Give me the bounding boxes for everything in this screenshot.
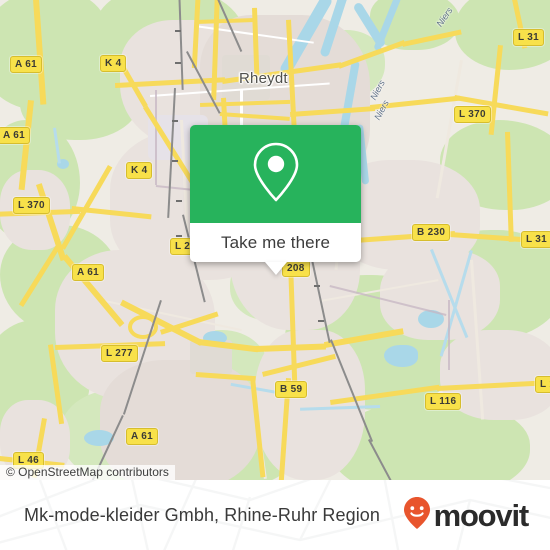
road-shield: B 230 bbox=[412, 224, 451, 241]
road-shield: L 370 bbox=[13, 197, 50, 214]
landcover-urban bbox=[255, 330, 365, 480]
road-shield: B 59 bbox=[275, 381, 308, 398]
road-shield: A 61 bbox=[0, 127, 30, 144]
railway-tick bbox=[176, 200, 182, 202]
take-me-there-popup[interactable]: Take me there bbox=[190, 125, 361, 275]
road-shield: L 31 bbox=[513, 29, 545, 46]
osm-attribution[interactable]: © OpenStreetMap contributors bbox=[0, 465, 175, 480]
railway-tick bbox=[176, 235, 182, 237]
road-shield: A 61 bbox=[126, 428, 158, 445]
railway-tick bbox=[172, 160, 178, 162]
road-shield: A 61 bbox=[10, 56, 42, 73]
road-shield: L 277 bbox=[101, 345, 138, 362]
road-shield: K 4 bbox=[126, 162, 153, 179]
place-label: Rheydt bbox=[239, 70, 288, 87]
road-shield: L 31 bbox=[521, 231, 550, 248]
moovit-logo[interactable]: moovit bbox=[402, 496, 530, 535]
popup-action-area[interactable]: Take me there bbox=[190, 223, 361, 262]
railway-tick bbox=[175, 62, 181, 64]
popup-image-area bbox=[190, 125, 361, 223]
road-shield: K 4 bbox=[100, 55, 127, 72]
landcover-urban bbox=[380, 250, 500, 340]
road-shield: L 1 bbox=[535, 376, 550, 393]
road-shield: A 61 bbox=[72, 264, 104, 281]
railway-tick bbox=[318, 320, 324, 322]
page-title: Mk-mode-kleider Gmbh, Rhine-Ruhr Region bbox=[24, 504, 381, 525]
railway-tick bbox=[175, 30, 181, 32]
moovit-map-screenshot: Rheydt Niers Niers Niers A 61 K 4L 31 A 61 L … bbox=[0, 0, 550, 550]
moovit-wordmark: moovit bbox=[433, 497, 530, 533]
map-canvas[interactable]: Rheydt Niers Niers Niers A 61 K 4L 31 A 61 L … bbox=[0, 0, 550, 480]
road-shield: L 370 bbox=[454, 106, 491, 123]
admin-boundary bbox=[155, 90, 157, 185]
admin-boundary bbox=[448, 300, 450, 370]
road-shield: L 116 bbox=[425, 393, 462, 410]
footer-bar: Mk-mode-kleider Gmbh, Rhine-Ruhr Region … bbox=[0, 480, 550, 550]
moovit-smiley-pin-icon bbox=[402, 496, 432, 535]
railway-tick bbox=[172, 120, 178, 122]
map-pin-icon bbox=[248, 140, 304, 209]
take-me-there-label: Take me there bbox=[220, 232, 331, 252]
popup-pointer bbox=[264, 262, 287, 275]
footer-content: Mk-mode-kleider Gmbh, Rhine-Ruhr Region … bbox=[0, 480, 550, 550]
lake bbox=[384, 345, 418, 367]
railway-tick bbox=[314, 285, 320, 287]
